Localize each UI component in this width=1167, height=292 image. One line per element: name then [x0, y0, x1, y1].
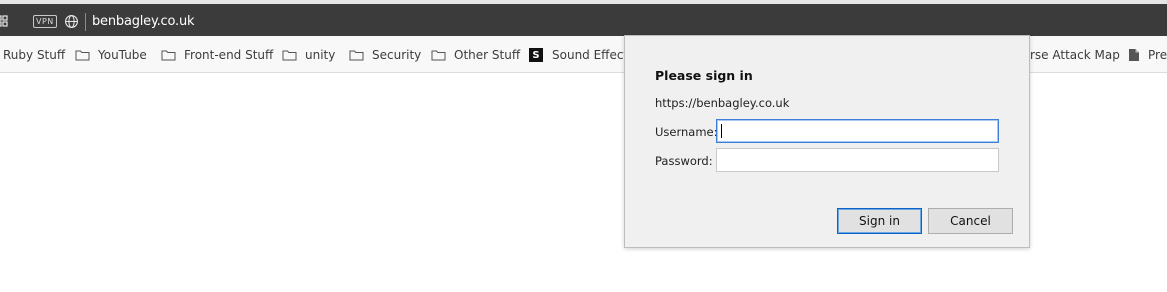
bookmark-attack-map[interactable]: rse Attack Map: [1030, 47, 1120, 63]
bookmark-label: Ruby Stuff: [3, 48, 66, 62]
dialog-origin: https://benbagley.co.uk: [655, 96, 790, 110]
address-bar: VPN benbagley.co.uk: [0, 4, 1167, 36]
cancel-button[interactable]: Cancel: [928, 208, 1013, 234]
text-caret: [721, 124, 722, 138]
password-field[interactable]: [716, 148, 999, 172]
folder-icon: [282, 50, 297, 61]
bookmark-label: rse Attack Map: [1030, 48, 1120, 62]
grid-icon[interactable]: [0, 15, 8, 27]
bookmark-other-stuff[interactable]: Other Stuff: [431, 47, 520, 63]
vpn-badge[interactable]: VPN: [33, 15, 57, 28]
folder-icon: [75, 50, 90, 61]
username-field[interactable]: [716, 119, 999, 143]
folder-icon: [431, 50, 446, 61]
bookmark-ruby-stuff[interactable]: Ruby Stuff: [3, 47, 65, 63]
globe-icon[interactable]: [64, 14, 79, 29]
bookmark-youtube[interactable]: YouTube: [75, 47, 147, 63]
dialog-title: Please sign in: [655, 68, 753, 83]
bookmark-label: YouTube: [98, 48, 147, 62]
sign-in-dialog: Please sign in https://benbagley.co.uk U…: [624, 35, 1030, 248]
bookmark-label: Front-end Stuff: [184, 48, 274, 62]
bookmark-label: Pre: [1148, 48, 1167, 62]
bookmark-label: Other Stuff: [454, 48, 521, 62]
password-label: Password:: [655, 154, 713, 168]
bookmark-label: Sound Effects: [552, 48, 635, 62]
bookmark-front-end-stuff[interactable]: Front-end Stuff: [161, 47, 273, 63]
address-separator: [85, 13, 86, 31]
bookmark-pre[interactable]: Pre: [1128, 47, 1167, 63]
sign-in-button[interactable]: Sign in: [837, 208, 922, 234]
bookmark-unity[interactable]: unity: [282, 47, 335, 63]
page-icon: [1129, 49, 1139, 61]
sound-effects-icon: S: [529, 48, 543, 62]
folder-icon: [349, 50, 364, 61]
bookmark-security[interactable]: Security: [349, 47, 421, 63]
bookmark-label: Security: [372, 48, 422, 62]
bookmark-sound-effects[interactable]: S Sound Effects: [529, 47, 634, 63]
username-label: Username:: [655, 125, 718, 139]
url-field[interactable]: benbagley.co.uk: [92, 14, 195, 29]
bookmark-label: unity: [305, 48, 336, 62]
folder-icon: [161, 50, 176, 61]
